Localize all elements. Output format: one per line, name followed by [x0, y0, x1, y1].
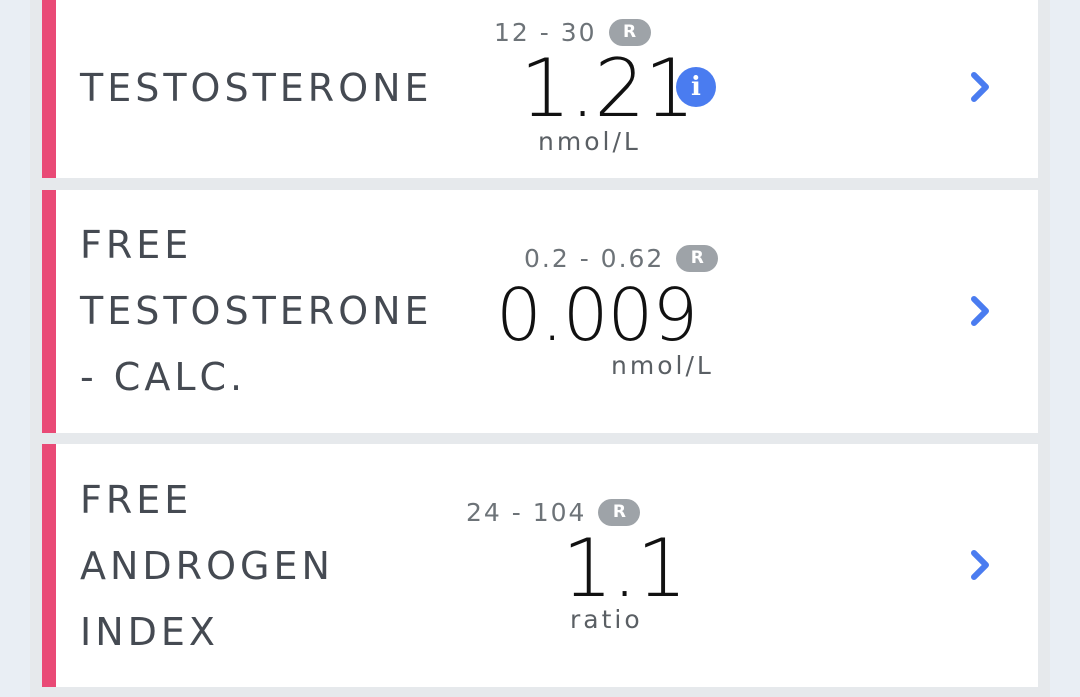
- result-unit: nmol/L: [611, 351, 714, 380]
- reference-range: 0.2 - 0.62 R: [524, 244, 719, 273]
- result-value: 1.1: [562, 522, 687, 615]
- result-name-line: FREE: [80, 478, 193, 522]
- result-card-testosterone[interactable]: TESTOSTERONE 12 - 30 R 1.21 nmol/L i: [42, 0, 1038, 178]
- result-card-free-testosterone-calc[interactable]: FREE TESTOSTERONE - CALC. 0.2 - 0.62 R 0…: [42, 190, 1038, 433]
- chevron-right-icon[interactable]: [966, 291, 996, 331]
- chevron-right-icon[interactable]: [966, 67, 996, 107]
- result-name: TESTOSTERONE: [80, 55, 433, 121]
- result-name-line: INDEX: [80, 610, 219, 654]
- chevron-right-icon[interactable]: [966, 545, 996, 585]
- result-name-line: ANDROGEN: [80, 544, 334, 588]
- result-name-line: TESTOSTERONE: [80, 289, 433, 333]
- result-name-line: FREE: [80, 223, 193, 267]
- result-unit: ratio: [570, 605, 643, 634]
- result-card-free-androgen-index[interactable]: FREE ANDROGEN INDEX 24 - 104 R 1.1 ratio: [42, 444, 1038, 687]
- result-value: 1.21: [520, 42, 695, 135]
- result-name-line: TESTOSTERONE: [80, 66, 433, 110]
- range-badge: R: [676, 245, 719, 272]
- out-of-range-flag-bar: [42, 444, 56, 687]
- result-name: FREE TESTOSTERONE - CALC.: [80, 212, 433, 410]
- result-name: FREE ANDROGEN INDEX: [80, 467, 334, 665]
- info-icon[interactable]: i: [676, 67, 716, 107]
- result-unit: nmol/L: [538, 127, 641, 156]
- result-value: 0.009: [496, 273, 698, 357]
- result-name-line: - CALC.: [80, 355, 247, 399]
- out-of-range-flag-bar: [42, 190, 56, 433]
- reference-range-text: 0.2 - 0.62: [524, 244, 665, 273]
- out-of-range-flag-bar: [42, 0, 56, 178]
